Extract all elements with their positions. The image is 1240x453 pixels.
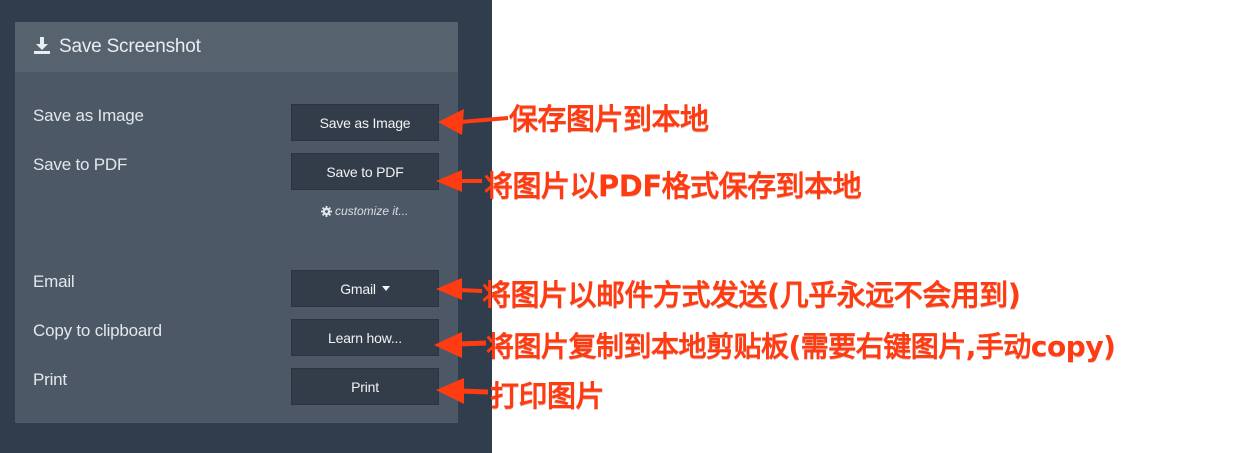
annotation-clipboard: 将图片复制到本地剪贴板(需要右键图片,手动copy) (486, 330, 1116, 363)
annotation-save-pdf: 将图片以PDF格式保存到本地 (484, 169, 862, 203)
annotation-arrows (434, 109, 509, 404)
annotation-save-image: 保存图片到本地 (509, 102, 709, 136)
arrow-icon (438, 109, 509, 135)
annotation-print: 打印图片 (490, 379, 605, 413)
annotation-email: 将图片以邮件方式发送(几乎永远不会用到) (482, 278, 1021, 312)
arrow-icon (436, 278, 483, 300)
arrow-icon (434, 332, 487, 358)
arrow-icon (436, 378, 489, 404)
arrow-icon (436, 170, 482, 192)
